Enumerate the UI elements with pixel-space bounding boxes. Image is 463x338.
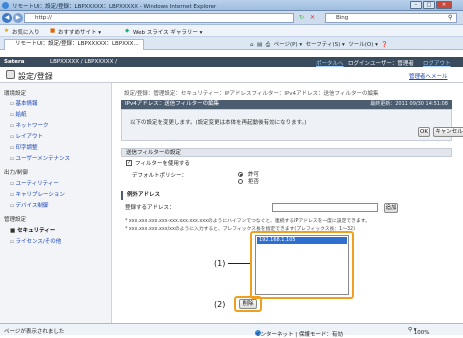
hint-range: * xxx.xxx.xxx.xxx-xxx.xxx.xxx.xxxのようにハイフ…: [125, 219, 370, 224]
policy-deny-label: 拒否: [248, 179, 260, 185]
favorites-star-icon[interactable]: ★: [4, 28, 9, 34]
maximize-button[interactable]: □: [423, 1, 435, 9]
home-icon[interactable]: ⌂: [250, 42, 254, 48]
last-updated: 最終更新：2011 09/30 14:51:08: [370, 101, 448, 107]
use-filter-label: フィルターを使用する: [135, 161, 190, 167]
portal-link[interactable]: ポータルへ: [316, 59, 344, 67]
sidebar-section-management: 管理設定: [4, 217, 27, 223]
security-zone-text: インターネット | 保護モード：有効: [255, 332, 343, 338]
default-policy-label: デフォルトポリシー：: [132, 173, 188, 179]
page-title: 設定/登録: [18, 72, 53, 81]
recommended-icon: ■: [50, 28, 56, 34]
sidebar-item-print-adjust[interactable]: 印字調整: [10, 143, 37, 151]
callout-highlight-delete: [234, 296, 262, 312]
tools-menu[interactable]: ツール(O) ▾: [348, 42, 378, 48]
zoom-level[interactable]: ⚲ 100% ▾: [408, 327, 430, 336]
recommended-sites[interactable]: おすすめサイト ▾: [58, 28, 101, 36]
sidebar-item-license[interactable]: ライセンス/その他: [10, 237, 61, 245]
panel-title-text: IPv4アドレス：送信フィルターの編集: [125, 101, 220, 107]
callout-number-1: (1): [214, 259, 226, 268]
command-bar: ⌂ ▤ ⎙ ページ(P) ▾ セーフティ(S) ▾ ツール(O) ▾ ❓: [250, 40, 388, 49]
sidebar-item-calibration[interactable]: キャリブレーション: [10, 190, 64, 198]
cancel-button[interactable]: キャンセル: [433, 127, 463, 137]
page-header: 設定/登録 管理者へメール: [0, 67, 463, 83]
callout-line-1: [228, 263, 250, 264]
sidebar-item-security[interactable]: セキュリティー: [10, 226, 55, 234]
printer-name: LBPXXXXX / LBPXXXXX /: [50, 59, 117, 65]
forward-icon[interactable]: ▶: [13, 13, 23, 23]
tab-bar: リモートUI：設定/登録：LBPXXXXX：LBPXXX... ⌂ ▤ ⎙ ペー…: [0, 37, 463, 50]
notice-message: 以下の設定を変更します。(設定変更は本体を再起動後有効になります。): [130, 120, 307, 126]
manager-mail-link[interactable]: 管理者へメール: [409, 72, 448, 80]
url-input[interactable]: http://: [24, 13, 294, 23]
help-icon[interactable]: ❓: [381, 42, 388, 48]
settings-icon: [6, 70, 15, 79]
stop-icon[interactable]: ✕: [310, 14, 315, 21]
sidebar-item-utility[interactable]: ユーティリティー: [10, 179, 58, 187]
callout-number-2: (2): [214, 300, 226, 309]
title-bar: リモートUI：設定/登録：LBPXXXXX：LBPXXXXX - Windows…: [0, 0, 463, 11]
filter-section-header: 送信フィルターの設定: [121, 148, 452, 157]
web-slice-gallery[interactable]: Web スライス ギャラリー ▾: [133, 28, 202, 36]
favorites-button[interactable]: お気に入り: [12, 28, 40, 36]
sidebar-item-layout[interactable]: レイアウト: [10, 132, 43, 140]
window-title: リモートUI：設定/登録：LBPXXXXX：LBPXXXXX - Windows…: [12, 4, 217, 10]
feeds-icon[interactable]: ▤: [257, 42, 262, 48]
sidebar-item-paper[interactable]: 給紙: [10, 110, 26, 118]
brand-label: Satera: [4, 59, 25, 65]
panel-title: IPv4アドレス：送信フィルターの編集 最終更新：2011 09/30 14:5…: [121, 100, 452, 109]
sidebar-section-env: 環境設定: [4, 91, 27, 97]
tab-remote-ui[interactable]: リモートUI：設定/登録：LBPXXXXX：LBPXXX...: [4, 39, 144, 50]
add-button[interactable]: 追加: [384, 203, 398, 213]
ok-button[interactable]: OK: [418, 127, 430, 137]
logout-link[interactable]: ログアウト: [423, 59, 451, 67]
address-label: 登録するアドレス：: [125, 205, 175, 211]
sidebar-section-output: 出力/制御: [4, 170, 28, 176]
favorites-bar: ★ お気に入り ■ おすすめサイト ▾ ◆ Web スライス ギャラリー ▾: [0, 25, 463, 37]
exception-section-header: 例外アドレス: [121, 191, 452, 200]
policy-allow-radio[interactable]: [238, 172, 243, 177]
close-button[interactable]: ✕: [436, 1, 452, 9]
minimize-button[interactable]: –: [410, 1, 422, 9]
address-bar: ◀ ▶ http:// ↻ ✕ Bing ⚲: [0, 11, 463, 25]
refresh-icon[interactable]: ↻: [299, 14, 304, 21]
back-icon[interactable]: ◀: [2, 13, 12, 23]
login-user: ログインユーザー：管理者: [348, 61, 414, 67]
use-filter-checkbox[interactable]: ✓: [126, 160, 132, 166]
web-slice-icon: ◆: [125, 28, 130, 34]
sidebar: 環境設定 基本情報 給紙 ネットワーク レイアウト 印字調整 ユーザーメンテナン…: [0, 83, 112, 335]
search-input[interactable]: Bing: [325, 13, 457, 23]
ie-icon: [2, 2, 9, 9]
page-menu[interactable]: ページ(P) ▾: [274, 42, 303, 48]
zoom-level-text: 100%: [413, 330, 430, 336]
policy-deny-radio[interactable]: [238, 179, 243, 184]
print-icon[interactable]: ⎙: [266, 42, 270, 48]
breadcrumb: 設定/登録：管理設定：セキュリティー：IPアドレスフィルター：IPv4アドレス：…: [124, 91, 379, 97]
sidebar-item-user-maintenance[interactable]: ユーザーメンテナンス: [10, 154, 70, 162]
address-input[interactable]: [272, 203, 378, 212]
sidebar-item-basic-info[interactable]: 基本情報: [10, 99, 37, 107]
device-band: Satera LBPXXXXX / LBPXXXXX / ポータルへ ログインユ…: [0, 57, 463, 67]
status-bar: ページが表示されました インターネット | 保護モード：有効 ⚲ 100% ▾: [0, 323, 463, 338]
safety-menu[interactable]: セーフティ(S) ▾: [306, 42, 345, 48]
callout-highlight-list: [250, 231, 354, 299]
notice-box: 以下の設定を変更します。(設定変更は本体を再起動後有効になります。) OK キャ…: [121, 109, 463, 141]
sidebar-item-device-control[interactable]: デバイス制御: [10, 201, 48, 209]
search-icon[interactable]: ⚲: [448, 14, 452, 21]
status-text: ページが表示されました: [4, 329, 65, 335]
sidebar-item-network[interactable]: ネットワーク: [10, 121, 48, 129]
